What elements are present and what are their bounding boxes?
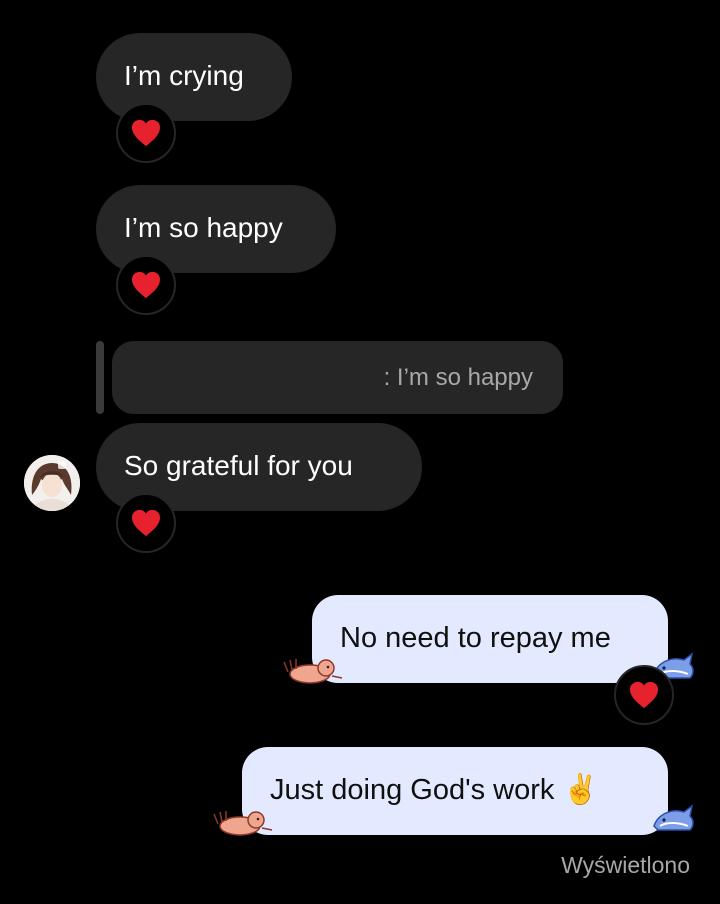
message-text: Just doing God's work ✌️ <box>270 774 599 806</box>
reply-preview-text: : I’m so happy <box>383 363 533 391</box>
reaction-badge[interactable] <box>116 103 176 163</box>
reaction-badge[interactable] <box>614 665 674 725</box>
red-heart-icon <box>630 681 658 709</box>
message-text: I’m so happy <box>124 212 283 243</box>
message-bubble-outgoing[interactable]: No need to repay me <box>312 595 668 683</box>
reaction-badge[interactable] <box>116 493 176 553</box>
message-text: So grateful for you <box>124 450 353 481</box>
avatar[interactable] <box>24 455 80 511</box>
seen-status: Wyświetlono <box>561 852 690 878</box>
red-heart-icon <box>132 509 160 537</box>
red-heart-icon <box>132 271 160 299</box>
cat-sticker-icon <box>213 811 273 836</box>
message-text: No need to repay me <box>340 622 611 654</box>
reply-indicator-bar <box>96 341 104 414</box>
message-bubble-outgoing[interactable]: Just doing God's work ✌️ <box>242 747 668 835</box>
reply-preview[interactable]: : I’m so happy <box>112 341 563 414</box>
red-heart-icon <box>132 119 160 147</box>
message-bubble-incoming[interactable]: I’m crying <box>96 33 292 121</box>
cat-sticker-icon <box>283 659 343 684</box>
shark-sticker-icon <box>653 804 694 831</box>
avatar-image <box>24 455 80 511</box>
reaction-badge[interactable] <box>116 255 176 315</box>
message-text: I’m crying <box>124 60 244 91</box>
